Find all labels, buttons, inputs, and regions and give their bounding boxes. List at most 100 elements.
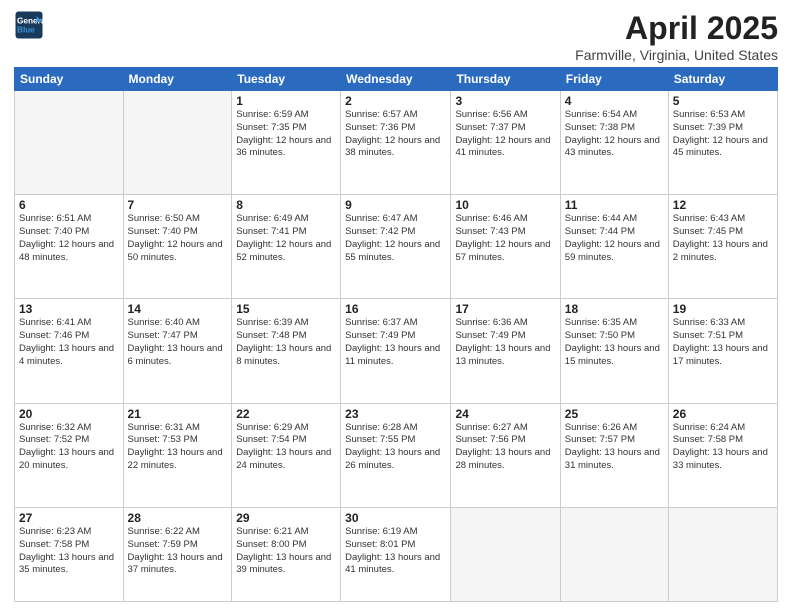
page: General Blue April 2025 Farmville, Virgi…: [0, 0, 792, 612]
day-cell: 10Sunrise: 6:46 AM Sunset: 7:43 PM Dayli…: [451, 195, 560, 299]
week-row-2: 6Sunrise: 6:51 AM Sunset: 7:40 PM Daylig…: [15, 195, 778, 299]
day-cell: 26Sunrise: 6:24 AM Sunset: 7:58 PM Dayli…: [668, 403, 777, 507]
day-number: 5: [673, 94, 773, 108]
day-cell: 15Sunrise: 6:39 AM Sunset: 7:48 PM Dayli…: [232, 299, 341, 403]
day-number: 2: [345, 94, 446, 108]
day-number: 25: [565, 407, 664, 421]
day-cell: 1Sunrise: 6:59 AM Sunset: 7:35 PM Daylig…: [232, 91, 341, 195]
day-cell: [451, 507, 560, 601]
day-info: Sunrise: 6:33 AM Sunset: 7:51 PM Dayligh…: [673, 317, 773, 368]
day-number: 20: [19, 407, 119, 421]
day-cell: 19Sunrise: 6:33 AM Sunset: 7:51 PM Dayli…: [668, 299, 777, 403]
day-info: Sunrise: 6:44 AM Sunset: 7:44 PM Dayligh…: [565, 213, 664, 264]
day-number: 24: [455, 407, 555, 421]
day-info: Sunrise: 6:41 AM Sunset: 7:46 PM Dayligh…: [19, 317, 119, 368]
day-info: Sunrise: 6:32 AM Sunset: 7:52 PM Dayligh…: [19, 422, 119, 473]
day-cell: 3Sunrise: 6:56 AM Sunset: 7:37 PM Daylig…: [451, 91, 560, 195]
day-info: Sunrise: 6:29 AM Sunset: 7:54 PM Dayligh…: [236, 422, 336, 473]
day-info: Sunrise: 6:43 AM Sunset: 7:45 PM Dayligh…: [673, 213, 773, 264]
day-info: Sunrise: 6:27 AM Sunset: 7:56 PM Dayligh…: [455, 422, 555, 473]
day-cell: 23Sunrise: 6:28 AM Sunset: 7:55 PM Dayli…: [341, 403, 451, 507]
week-row-3: 13Sunrise: 6:41 AM Sunset: 7:46 PM Dayli…: [15, 299, 778, 403]
day-number: 23: [345, 407, 446, 421]
day-cell: 7Sunrise: 6:50 AM Sunset: 7:40 PM Daylig…: [123, 195, 232, 299]
day-number: 12: [673, 198, 773, 212]
day-info: Sunrise: 6:23 AM Sunset: 7:58 PM Dayligh…: [19, 526, 119, 577]
day-number: 30: [345, 511, 446, 525]
day-info: Sunrise: 6:40 AM Sunset: 7:47 PM Dayligh…: [128, 317, 228, 368]
day-number: 28: [128, 511, 228, 525]
day-info: Sunrise: 6:46 AM Sunset: 7:43 PM Dayligh…: [455, 213, 555, 264]
day-cell: 20Sunrise: 6:32 AM Sunset: 7:52 PM Dayli…: [15, 403, 124, 507]
day-cell: [560, 507, 668, 601]
day-info: Sunrise: 6:50 AM Sunset: 7:40 PM Dayligh…: [128, 213, 228, 264]
day-number: 13: [19, 302, 119, 316]
header-row: SundayMondayTuesdayWednesdayThursdayFrid…: [15, 68, 778, 91]
day-info: Sunrise: 6:49 AM Sunset: 7:41 PM Dayligh…: [236, 213, 336, 264]
day-number: 17: [455, 302, 555, 316]
day-info: Sunrise: 6:51 AM Sunset: 7:40 PM Dayligh…: [19, 213, 119, 264]
day-number: 29: [236, 511, 336, 525]
header-cell-sunday: Sunday: [15, 68, 124, 91]
day-number: 15: [236, 302, 336, 316]
day-info: Sunrise: 6:39 AM Sunset: 7:48 PM Dayligh…: [236, 317, 336, 368]
day-info: Sunrise: 6:22 AM Sunset: 7:59 PM Dayligh…: [128, 526, 228, 577]
day-cell: 14Sunrise: 6:40 AM Sunset: 7:47 PM Dayli…: [123, 299, 232, 403]
day-info: Sunrise: 6:59 AM Sunset: 7:35 PM Dayligh…: [236, 109, 336, 160]
day-number: 6: [19, 198, 119, 212]
day-number: 1: [236, 94, 336, 108]
day-info: Sunrise: 6:24 AM Sunset: 7:58 PM Dayligh…: [673, 422, 773, 473]
header-cell-friday: Friday: [560, 68, 668, 91]
day-cell: 8Sunrise: 6:49 AM Sunset: 7:41 PM Daylig…: [232, 195, 341, 299]
day-number: 10: [455, 198, 555, 212]
day-cell: [15, 91, 124, 195]
day-number: 3: [455, 94, 555, 108]
day-cell: 6Sunrise: 6:51 AM Sunset: 7:40 PM Daylig…: [15, 195, 124, 299]
calendar-table: SundayMondayTuesdayWednesdayThursdayFrid…: [14, 67, 778, 602]
day-cell: 17Sunrise: 6:36 AM Sunset: 7:49 PM Dayli…: [451, 299, 560, 403]
day-info: Sunrise: 6:54 AM Sunset: 7:38 PM Dayligh…: [565, 109, 664, 160]
title-section: April 2025 Farmville, Virginia, United S…: [575, 10, 778, 63]
day-info: Sunrise: 6:19 AM Sunset: 8:01 PM Dayligh…: [345, 526, 446, 577]
day-number: 22: [236, 407, 336, 421]
month-title: April 2025: [575, 10, 778, 47]
day-info: Sunrise: 6:47 AM Sunset: 7:42 PM Dayligh…: [345, 213, 446, 264]
day-info: Sunrise: 6:56 AM Sunset: 7:37 PM Dayligh…: [455, 109, 555, 160]
day-number: 26: [673, 407, 773, 421]
header: General Blue April 2025 Farmville, Virgi…: [14, 10, 778, 63]
day-number: 27: [19, 511, 119, 525]
day-cell: 27Sunrise: 6:23 AM Sunset: 7:58 PM Dayli…: [15, 507, 124, 601]
day-cell: [668, 507, 777, 601]
day-info: Sunrise: 6:31 AM Sunset: 7:53 PM Dayligh…: [128, 422, 228, 473]
logo: General Blue: [14, 10, 44, 40]
day-cell: [123, 91, 232, 195]
day-cell: 29Sunrise: 6:21 AM Sunset: 8:00 PM Dayli…: [232, 507, 341, 601]
day-number: 18: [565, 302, 664, 316]
header-cell-tuesday: Tuesday: [232, 68, 341, 91]
day-cell: 25Sunrise: 6:26 AM Sunset: 7:57 PM Dayli…: [560, 403, 668, 507]
day-info: Sunrise: 6:53 AM Sunset: 7:39 PM Dayligh…: [673, 109, 773, 160]
header-cell-monday: Monday: [123, 68, 232, 91]
day-cell: 24Sunrise: 6:27 AM Sunset: 7:56 PM Dayli…: [451, 403, 560, 507]
logo-icon: General Blue: [14, 10, 44, 40]
week-row-5: 27Sunrise: 6:23 AM Sunset: 7:58 PM Dayli…: [15, 507, 778, 601]
day-info: Sunrise: 6:26 AM Sunset: 7:57 PM Dayligh…: [565, 422, 664, 473]
day-number: 9: [345, 198, 446, 212]
day-number: 7: [128, 198, 228, 212]
day-info: Sunrise: 6:21 AM Sunset: 8:00 PM Dayligh…: [236, 526, 336, 577]
day-number: 19: [673, 302, 773, 316]
day-cell: 9Sunrise: 6:47 AM Sunset: 7:42 PM Daylig…: [341, 195, 451, 299]
day-cell: 28Sunrise: 6:22 AM Sunset: 7:59 PM Dayli…: [123, 507, 232, 601]
day-cell: 30Sunrise: 6:19 AM Sunset: 8:01 PM Dayli…: [341, 507, 451, 601]
header-cell-saturday: Saturday: [668, 68, 777, 91]
svg-text:Blue: Blue: [17, 26, 35, 35]
day-number: 8: [236, 198, 336, 212]
day-info: Sunrise: 6:37 AM Sunset: 7:49 PM Dayligh…: [345, 317, 446, 368]
header-cell-thursday: Thursday: [451, 68, 560, 91]
week-row-1: 1Sunrise: 6:59 AM Sunset: 7:35 PM Daylig…: [15, 91, 778, 195]
day-cell: 22Sunrise: 6:29 AM Sunset: 7:54 PM Dayli…: [232, 403, 341, 507]
day-cell: 16Sunrise: 6:37 AM Sunset: 7:49 PM Dayli…: [341, 299, 451, 403]
header-cell-wednesday: Wednesday: [341, 68, 451, 91]
day-number: 11: [565, 198, 664, 212]
day-info: Sunrise: 6:36 AM Sunset: 7:49 PM Dayligh…: [455, 317, 555, 368]
